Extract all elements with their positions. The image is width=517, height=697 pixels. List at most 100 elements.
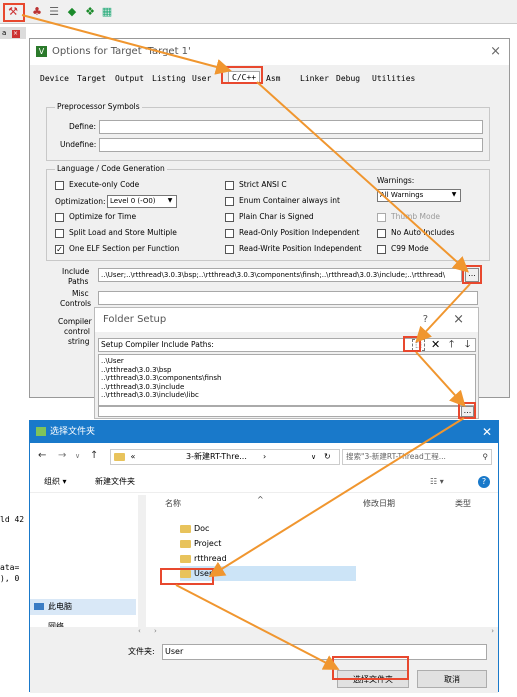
define-field[interactable] xyxy=(99,120,483,134)
folder-name-field[interactable]: User xyxy=(162,644,487,660)
green-diamond-icon[interactable]: ◆ xyxy=(65,5,79,19)
select-folder-button[interactable]: 选择文件夹 xyxy=(337,670,409,688)
up-icon[interactable]: ↑ xyxy=(90,449,98,463)
nav-item-this-pc[interactable]: 此电脑 xyxy=(30,599,136,615)
checkbox-label: Thumb Mode xyxy=(391,212,440,221)
delete-icon[interactable]: ✕ xyxy=(431,338,440,351)
project-panel-tab[interactable]: a × xyxy=(0,27,26,39)
include-path-list[interactable]: ..\User ..\rtthread\3.0.3\bsp ..\rtthrea… xyxy=(98,354,476,406)
manage-icon[interactable]: ☰ xyxy=(47,5,61,19)
list-item-selected[interactable]: User xyxy=(180,566,356,581)
list-item[interactable]: Project xyxy=(180,536,380,551)
strict-ansi-checkbox[interactable] xyxy=(225,181,234,190)
chevron-down-icon[interactable]: ∨ xyxy=(75,449,80,463)
back-icon[interactable]: ← xyxy=(38,449,46,463)
rwpi-checkbox[interactable] xyxy=(225,245,234,254)
list-item[interactable]: ..\rtthread\3.0.3\include xyxy=(101,383,473,392)
cancel-button[interactable]: 取消 xyxy=(417,670,487,688)
list-item[interactable]: Doc xyxy=(180,521,380,536)
tab-target[interactable]: Target xyxy=(77,73,106,85)
c99-mode-checkbox[interactable] xyxy=(377,245,386,254)
search-input[interactable]: 搜索"3-新建RT-Thread工程... ⚲ xyxy=(342,449,492,465)
col-name[interactable]: 名称 xyxy=(165,495,181,513)
refresh-icon[interactable]: ↻ xyxy=(324,450,331,464)
build-all-icon[interactable]: ▦ xyxy=(100,5,114,19)
load-icon[interactable]: ♣ xyxy=(30,5,44,19)
list-item[interactable]: rtthread xyxy=(180,551,380,566)
horizontal-scrollbar[interactable]: ‹ › › xyxy=(30,627,498,635)
tab-user[interactable]: User xyxy=(192,73,211,85)
tab-debug[interactable]: Debug xyxy=(336,73,360,85)
help-icon[interactable]: ? xyxy=(478,476,490,488)
undefine-label: Undefine: xyxy=(60,140,97,149)
warnings-select[interactable]: All Warnings ▼ xyxy=(377,189,461,202)
optimization-select[interactable]: Level 0 (-O0) ▼ xyxy=(107,195,177,208)
list-item[interactable]: ..\User xyxy=(101,357,473,366)
tab-linker[interactable]: Linker xyxy=(300,73,329,85)
green-arrows-icon[interactable]: ❖ xyxy=(83,5,97,19)
new-folder-button[interactable]: 新建文件夹 xyxy=(95,471,135,493)
close-icon[interactable]: × xyxy=(490,39,501,65)
close-icon[interactable]: × xyxy=(453,308,464,332)
nav-item-network[interactable]: 网络 xyxy=(30,619,136,627)
tab-output[interactable]: Output xyxy=(115,73,144,85)
misc-controls-field[interactable] xyxy=(98,291,478,305)
execute-only-checkbox[interactable] xyxy=(55,181,64,190)
folder-icon xyxy=(180,539,191,548)
include-browse-button[interactable]: ... xyxy=(465,268,479,282)
undefine-field[interactable] xyxy=(99,138,483,152)
close-icon[interactable]: ✕ xyxy=(482,421,492,443)
list-item[interactable]: ..\rtthread\3.0.3\bsp xyxy=(101,366,473,375)
breadcrumb[interactable]: « 3-新建RT-Thre... › ∨ ↻ xyxy=(110,449,340,465)
breadcrumb-overflow[interactable]: « xyxy=(131,452,136,461)
ropi-checkbox[interactable] xyxy=(225,229,234,238)
split-load-checkbox[interactable] xyxy=(55,229,64,238)
navigation-pane: 此电脑 网络 xyxy=(30,495,148,627)
organize-button[interactable]: 组织 ▾ xyxy=(44,471,67,493)
move-up-icon[interactable]: 🡑 xyxy=(449,338,454,351)
col-type[interactable]: 类型 xyxy=(455,495,471,513)
tab-device[interactable]: Device xyxy=(40,73,69,85)
no-auto-includes-checkbox[interactable] xyxy=(377,229,386,238)
folder-icon xyxy=(180,524,191,533)
tab-listing[interactable]: Listing xyxy=(152,73,186,85)
plain-char-checkbox[interactable] xyxy=(225,213,234,222)
tab-cc[interactable]: C/C++ xyxy=(228,71,261,84)
list-item[interactable]: ..\rtthread\3.0.3\include\libc xyxy=(101,391,473,400)
tab-asm[interactable]: Asm xyxy=(266,73,280,85)
checkbox-label: C99 Mode xyxy=(391,244,429,253)
main-toolbar: ⚒ ♣ ☰ ◆ ❖ ▦ xyxy=(0,0,517,24)
checkbox-label: One ELF Section per Function xyxy=(69,244,180,253)
list-item[interactable]: ..\rtthread\3.0.3\components\finsh xyxy=(101,374,473,383)
computer-icon xyxy=(34,603,44,610)
checkbox-label: Enum Container always int xyxy=(239,196,340,205)
move-down-icon[interactable]: 🡓 xyxy=(465,338,470,351)
forward-icon[interactable]: → xyxy=(58,449,66,463)
enum-container-checkbox[interactable] xyxy=(225,197,234,206)
one-elf-checkbox[interactable]: ✓ xyxy=(55,245,64,254)
chevron-down-icon[interactable]: ∨ xyxy=(311,450,316,464)
help-icon[interactable]: ? xyxy=(423,308,428,332)
misc-label: Misc xyxy=(72,289,89,298)
define-label: Define: xyxy=(69,122,97,131)
view-icon[interactable]: ☷ ▾ xyxy=(430,471,444,493)
col-modified[interactable]: 修改日期 xyxy=(363,495,395,513)
include-paths-field[interactable]: ..\User;..\rtthread\3.0.3\bsp;..\rtthrea… xyxy=(98,268,462,282)
tab-utilities[interactable]: Utilities xyxy=(372,73,415,85)
options-titlebar: V Options for Target 'Target 1' × xyxy=(30,39,509,65)
optimize-time-checkbox[interactable] xyxy=(55,213,64,222)
preprocessor-group: Preprocessor Symbols Define: Undefine: xyxy=(46,102,490,161)
options-for-target-icon[interactable]: ⚒ xyxy=(6,5,20,19)
thumb-mode-checkbox xyxy=(377,213,386,222)
file-list-header: 名称 ^ 修改日期 类型 xyxy=(155,495,495,513)
dropdown-arrow-icon: ▼ xyxy=(167,197,173,204)
breadcrumb-segment[interactable]: 3-新建RT-Thre... xyxy=(186,450,247,464)
search-icon: ⚲ xyxy=(482,452,489,461)
close-icon[interactable]: × xyxy=(11,30,20,38)
background-editor: ld 42 ata= ), 0 xyxy=(0,515,25,583)
checkbox-label: Execute-only Code xyxy=(69,180,140,189)
new-folder-icon[interactable]: ⬚ xyxy=(412,339,425,351)
nav-scrollbar[interactable] xyxy=(138,495,146,627)
path-browse-button[interactable]: ... xyxy=(461,406,474,417)
folder-setup-dialog: Folder Setup ? × Setup Compiler Include … xyxy=(94,307,479,419)
